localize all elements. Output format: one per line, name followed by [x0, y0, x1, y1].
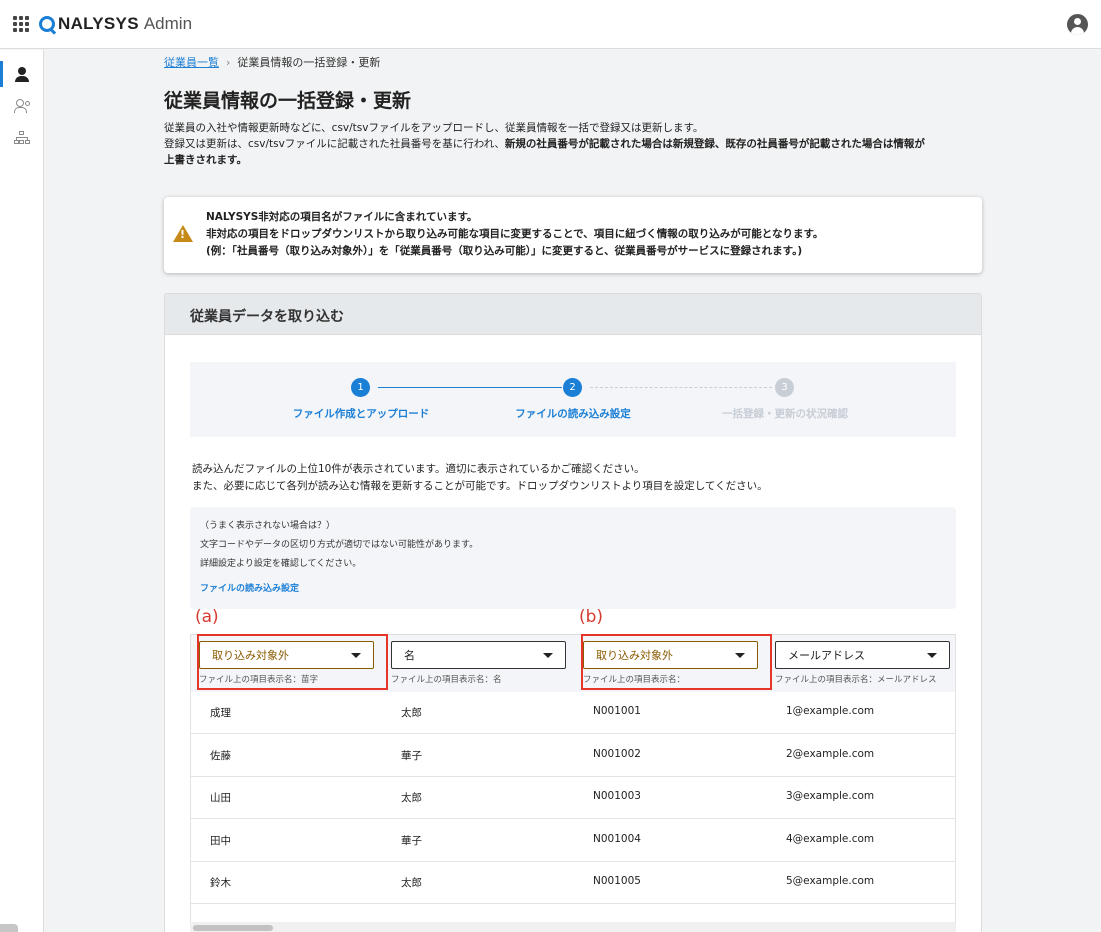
sidebar	[0, 50, 44, 932]
table-cell: 華子	[401, 750, 422, 762]
step-1-label: ファイル作成とアップロード	[292, 408, 430, 420]
table-cell: 2@example.com	[786, 748, 875, 760]
info-line-2: また、必要に応じて各列が読み込む情報を更新することが可能です。ドロップダウンリス…	[192, 480, 768, 492]
step-connector-1	[378, 387, 562, 388]
help-line-2: 文字コードやデータの区切り方式が適切ではない可能性があります。	[200, 540, 479, 550]
table-cell: 1@example.com	[786, 705, 875, 717]
breadcrumb: 従業員一覧 › 従業員情報の一括登録・更新	[164, 54, 380, 70]
table-cell: N001003	[593, 790, 641, 802]
step-3-indicator: 3	[775, 378, 794, 397]
import-card: 従業員データを取り込む 1 2 3 ファイル作成とアップロード ファイルの読み込…	[164, 293, 982, 932]
table-cell: 山田	[210, 792, 231, 804]
logo-brand: NALYSYS	[58, 14, 139, 33]
table-row: 成理 太郎 N001001 1@example.com	[191, 692, 955, 734]
logo-suffix: Admin	[143, 14, 193, 33]
file-read-settings-link[interactable]: ファイルの読み込み設定	[200, 581, 299, 594]
stepper: 1 2 3 ファイル作成とアップロード ファイルの読み込み設定 一括登録・更新の…	[190, 362, 956, 437]
step-connector-2	[590, 387, 772, 388]
alert-message: NALYSYS非対応の項目名がファイルに含まれています。 非対応の項目をドロップ…	[206, 209, 823, 260]
alert-line-3: (例：「社員番号（取り込み対象外）」を「従業員番号（取り込み可能）」に変更すると…	[206, 245, 803, 257]
step-2-label: ファイルの読み込み設定	[515, 408, 631, 420]
preview-info: 読み込んだファイルの上位10件が表示されています。適切に表示されているかご確認く…	[192, 461, 768, 495]
table-row: 佐藤 華子 N001002 2@example.com	[191, 735, 955, 777]
warning-icon	[173, 225, 193, 242]
caret-down-icon	[543, 653, 553, 658]
sidebar-item-groups[interactable]	[0, 90, 43, 120]
help-box: （うまく表示されない場合は？） 文字コードやデータの区切り方式が適切ではない可能…	[190, 507, 956, 609]
table-cell: N001001	[593, 705, 641, 717]
table-cell: 田中	[210, 835, 231, 847]
column-2-source-name: ファイル上の項目表示名：名	[391, 675, 502, 685]
page-description: 従業員の入社や情報更新時などに、csv/tsvファイルをアップロードし、従業員情…	[164, 120, 982, 168]
caret-down-icon	[927, 653, 937, 658]
sidebar-item-employees[interactable]	[0, 59, 43, 89]
table-cell: 太郎	[401, 707, 422, 719]
annotation-b: (b)	[579, 607, 604, 627]
column-2-select-value: 名	[404, 649, 415, 662]
table-cell: N001004	[593, 833, 641, 845]
column-4-select-value: メールアドレス	[788, 649, 865, 662]
logo[interactable]: NALYSYS Admin	[39, 13, 192, 35]
table-row: 田中 華子 N001004 4@example.com	[191, 820, 955, 862]
step-1-indicator: 1	[351, 378, 370, 397]
annotation-a: (a)	[195, 607, 219, 627]
description-line-1: 従業員の入社や情報更新時などに、csv/tsvファイルをアップロードし、従業員情…	[164, 122, 704, 134]
card-header: 従業員データを取り込む	[165, 294, 981, 335]
page-title: 従業員情報の一括登録・更新	[164, 90, 412, 112]
person-icon	[14, 66, 29, 82]
alert-line-1: NALYSYS非対応の項目名がファイルに含まれています。	[206, 211, 478, 223]
breadcrumb-current: 従業員情報の一括登録・更新	[237, 56, 381, 69]
help-line-3: 詳細設定より設定を確認してください。	[200, 559, 362, 569]
table-cell: 佐藤	[210, 750, 231, 762]
top-bar: NALYSYS Admin	[0, 0, 1101, 49]
table-cell: 5@example.com	[786, 875, 875, 887]
info-line-1: 読み込んだファイルの上位10件が表示されています。適切に表示されているかご確認く…	[192, 463, 645, 475]
warning-alert: NALYSYS非対応の項目名がファイルに含まれています。 非対応の項目をドロップ…	[164, 197, 982, 273]
account-icon[interactable]	[1067, 14, 1088, 35]
sidebar-scrollbar[interactable]	[0, 924, 18, 932]
table-cell: 華子	[401, 835, 422, 847]
table-cell: 太郎	[401, 792, 422, 804]
description-line-2-bold: 新規の社員番号が記載された場合は新規登録、既存の社員番号が記載された場合は情報が	[504, 138, 925, 150]
help-line-1: （うまく表示されない場合は？）	[200, 521, 336, 531]
table-cell: 鈴木	[210, 877, 231, 889]
highlight-box-a	[197, 634, 388, 690]
card-title: 従業員データを取り込む	[190, 309, 344, 325]
step-2-indicator: 2	[563, 378, 582, 397]
table-cell: 太郎	[401, 877, 422, 889]
table-row: 鈴木 太郎 N001005 5@example.com	[191, 862, 955, 904]
breadcrumb-employee-list-link[interactable]: 従業員一覧	[164, 54, 219, 70]
alert-line-2: 非対応の項目をドロップダウンリストから取り込み可能な項目に変更することで、項目に…	[206, 228, 824, 240]
table-row: 山田 太郎 N001003 3@example.com	[191, 777, 955, 819]
column-4-select[interactable]: メールアドレス	[775, 641, 950, 669]
table-cell: 4@example.com	[786, 833, 875, 845]
org-chart-icon	[13, 130, 30, 144]
description-line-3: 上書きされます。	[164, 152, 982, 168]
description-line-3-bold: 上書きされます。	[164, 154, 247, 166]
table-cell: 成理	[210, 707, 231, 719]
table-cell: 3@example.com	[786, 790, 875, 802]
column-2-select[interactable]: 名	[391, 641, 566, 669]
highlight-box-b	[581, 634, 772, 690]
logo-mark-icon	[39, 16, 55, 32]
scrollbar-thumb[interactable]	[193, 925, 273, 931]
table-cell: N001002	[593, 748, 641, 760]
step-3-label: 一括登録・更新の状況確認	[722, 408, 848, 420]
description-line-2-text: 登録又は更新は、csv/tsvファイルに記載された社員番号を基に行われ、	[164, 138, 505, 150]
sidebar-item-organization[interactable]	[0, 122, 43, 152]
table-cell: N001005	[593, 875, 641, 887]
column-4-source-name: ファイル上の項目表示名：メールアドレス	[775, 675, 937, 685]
apps-grid-icon[interactable]	[13, 16, 29, 32]
description-line-2: 登録又は更新は、csv/tsvファイルに記載された社員番号を基に行われ、新規の社…	[164, 136, 982, 152]
table-horizontal-scrollbar[interactable]	[190, 922, 956, 932]
people-icon	[13, 98, 30, 113]
chevron-right-icon: ›	[226, 55, 231, 69]
